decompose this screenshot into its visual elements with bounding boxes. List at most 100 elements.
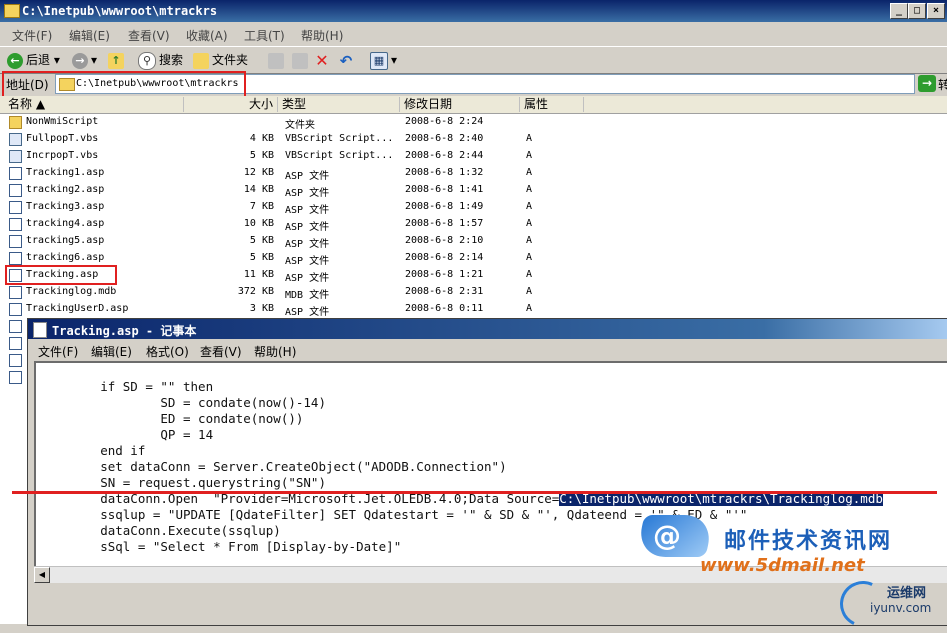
file-attributes: A <box>526 218 533 229</box>
file-type: ASP 文件 <box>285 256 330 267</box>
np-menu-format[interactable]: 格式(O) <box>146 343 189 360</box>
file-type: ASP 文件 <box>285 171 330 182</box>
forward-arrow-icon: → <box>72 52 88 69</box>
file-size: 10 KB <box>243 218 274 229</box>
np-menu-edit[interactable]: 编辑(E) <box>91 343 132 360</box>
asp-file-icon <box>9 320 22 333</box>
file-type: MDB 文件 <box>285 290 330 301</box>
folder-icon <box>4 4 20 18</box>
watermark-5dmail: @ 邮件技术资讯网 www.5dmail.net <box>635 515 940 576</box>
file-row[interactable]: Tracking.asp 11 KB ASP 文件 2008-6-8 1:21 A <box>0 267 947 284</box>
code-line: ED = condate(now()) <box>40 411 304 426</box>
asp-file-icon <box>9 354 22 367</box>
column-size[interactable]: 大小 <box>184 97 278 112</box>
file-type: ASP 文件 <box>285 239 330 250</box>
delete-x-icon: ✕ <box>315 50 329 70</box>
views-button[interactable]: ▦ ▾ <box>370 51 397 70</box>
file-attributes: A <box>526 201 533 212</box>
back-arrow-icon: ← <box>7 52 23 69</box>
back-button[interactable]: ← 后退 ▾ <box>7 51 60 69</box>
folders-button[interactable]: 文件夹 <box>193 51 248 69</box>
explorer-menu-bar: 文件(F) 编辑(E) 查看(V) 收藏(A) 工具(T) 帮助(H) <box>0 23 947 45</box>
file-row[interactable]: FullpopT.vbs 4 KB VBScript Script... 2008-6… <box>0 131 947 148</box>
asp-file-icon <box>9 167 22 180</box>
at-symbol-icon: @ <box>653 519 681 552</box>
file-modified: 2008-6-8 1:49 <box>405 201 484 212</box>
file-modified: 2008-6-8 2:24 <box>405 116 484 127</box>
np-menu-view[interactable]: 查看(V) <box>200 343 242 360</box>
up-folder-button[interactable]: ↑ <box>108 51 127 69</box>
file-modified: 2008-6-8 1:57 <box>405 218 484 229</box>
file-type: ASP 文件 <box>285 205 330 216</box>
column-attributes[interactable]: 属性 <box>520 97 584 112</box>
file-row[interactable]: Tracking3.asp 7 KB ASP 文件 2008-6-8 1:49 A <box>0 199 947 216</box>
notepad-menu-bar: 文件(F) 编辑(E) 格式(O) 查看(V) 帮助(H) <box>28 340 947 360</box>
file-row[interactable]: tracking4.asp 10 KB ASP 文件 2008-6-8 1:57 A <box>0 216 947 233</box>
file-row[interactable]: TrackingUserD.asp 3 KB ASP 文件 2008-6-8 0:11… <box>0 301 947 318</box>
np-menu-help[interactable]: 帮助(H) <box>254 343 296 360</box>
file-size: 4 KB <box>249 133 274 144</box>
code-line: set dataConn = Server.CreateObject("ADOD… <box>40 459 507 474</box>
watermark-iyunv: 运维网 iyunv.com <box>833 574 947 633</box>
menu-favorites[interactable]: 收藏(A) <box>186 27 228 44</box>
minimize-button[interactable]: _ <box>890 3 908 19</box>
asp-file-icon <box>9 218 22 231</box>
maximize-button[interactable]: □ <box>908 3 926 19</box>
menu-view[interactable]: 查看(V) <box>128 27 170 44</box>
explorer-toolbar: ← 后退 ▾ → ▾ ↑ ⚲ 搜索 文件夹 ✕ ↶ ▦ ▾ <box>0 46 947 74</box>
delete-button[interactable]: ✕ <box>314 51 333 69</box>
menu-edit[interactable]: 编辑(E) <box>69 27 110 44</box>
column-modified[interactable]: 修改日期 <box>400 97 520 112</box>
file-attributes: A <box>526 252 533 263</box>
file-row[interactable]: tracking6.asp 5 KB ASP 文件 2008-6-8 2:14 A <box>0 250 947 267</box>
file-attributes: A <box>526 235 533 246</box>
file-size: 14 KB <box>243 184 274 195</box>
menu-file[interactable]: 文件(F) <box>12 27 52 44</box>
file-row[interactable]: IncrpopT.vbs 5 KB VBScript Script... 2008-6… <box>0 148 947 165</box>
forward-button[interactable]: → ▾ <box>72 51 97 69</box>
file-attributes: A <box>526 269 533 280</box>
file-attributes: A <box>526 184 533 195</box>
search-button[interactable]: ⚲ 搜索 <box>138 51 184 70</box>
asp-file-icon <box>9 201 22 214</box>
file-row[interactable]: Trackinglog.mdb 372 KB MDB 文件 2008-6-8 2:31… <box>0 284 947 301</box>
go-arrow-icon[interactable]: → <box>918 75 936 92</box>
copy-to-icon <box>292 52 308 69</box>
file-size: 372 KB <box>237 286 274 297</box>
close-button[interactable]: × <box>927 3 945 19</box>
file-modified: 2008-6-8 2:31 <box>405 286 484 297</box>
file-type: ASP 文件 <box>285 273 330 284</box>
search-icon: ⚲ <box>138 51 156 70</box>
explorer-title-bar: C:\Inetpub\wwwroot\mtrackrs _ □ × <box>0 0 947 22</box>
code-line: dataConn.Execute(ssqlup) <box>40 523 281 538</box>
vbs-file-icon <box>9 150 22 163</box>
go-label[interactable]: 转 <box>938 76 947 93</box>
file-row[interactable]: NonWmiScript 文件夹 2008-6-8 2:24 <box>0 114 947 131</box>
code-line: end if <box>40 443 146 458</box>
menu-tools[interactable]: 工具(T) <box>244 27 285 44</box>
asp-file-icon <box>9 252 22 265</box>
copy-to-button[interactable] <box>292 51 311 69</box>
search-label: 搜索 <box>159 53 184 67</box>
file-name: tracking2.asp <box>26 184 105 195</box>
file-type: 文件夹 <box>285 120 315 131</box>
column-name[interactable]: 名称 ▲ <box>4 97 184 112</box>
menu-help[interactable]: 帮助(H) <box>301 27 343 44</box>
code-line: if SD = "" then <box>40 379 214 394</box>
explorer-title: C:\Inetpub\wwwroot\mtrackrs <box>22 4 218 18</box>
file-modified: 2008-6-8 2:40 <box>405 133 484 144</box>
file-type: ASP 文件 <box>285 307 330 318</box>
scroll-left-icon[interactable]: ◀ <box>34 567 50 583</box>
column-type[interactable]: 类型 <box>278 97 400 112</box>
file-row[interactable]: tracking5.asp 5 KB ASP 文件 2008-6-8 2:10 A <box>0 233 947 250</box>
watermark2-url: iyunv.com <box>870 601 932 615</box>
undo-button[interactable]: ↶ <box>338 51 357 69</box>
file-size: 11 KB <box>243 269 274 280</box>
file-name: IncrpopT.vbs <box>26 150 99 161</box>
move-to-button[interactable] <box>268 51 287 69</box>
code-line: SN = request.querystring("SN") <box>40 475 326 490</box>
np-menu-file[interactable]: 文件(F) <box>38 343 78 360</box>
file-row[interactable]: tracking2.asp 14 KB ASP 文件 2008-6-8 1:41 A <box>0 182 947 199</box>
folders-label: 文件夹 <box>212 53 249 67</box>
file-row[interactable]: Tracking1.asp 12 KB ASP 文件 2008-6-8 1:32 A <box>0 165 947 182</box>
